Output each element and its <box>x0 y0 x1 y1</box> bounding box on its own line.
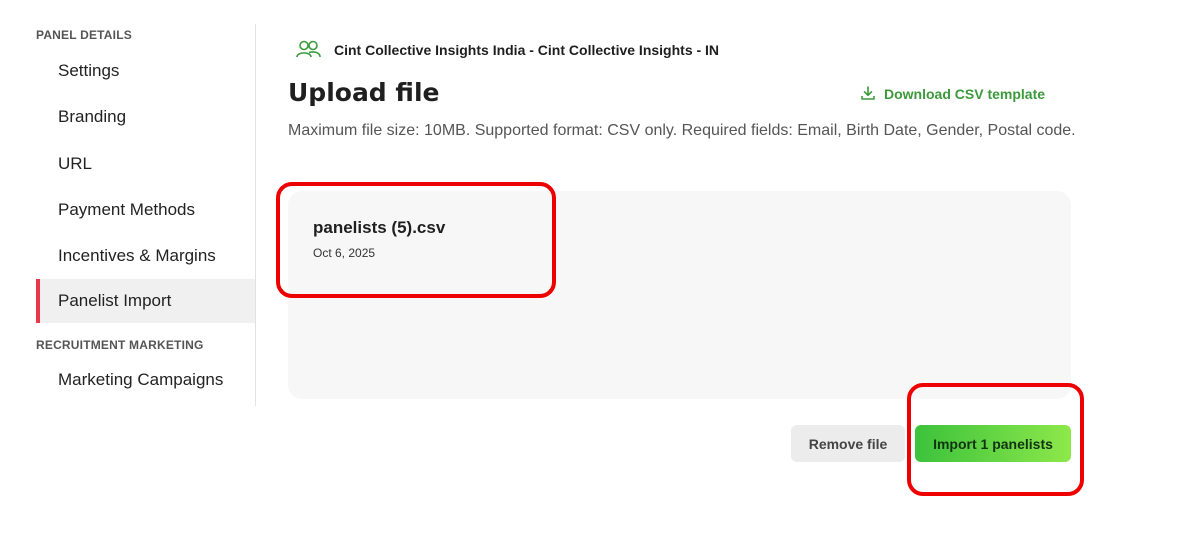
org-name: Cint Collective Insights India - Cint Co… <box>334 42 720 58</box>
section-header-panel-details: PANEL DETAILS <box>36 28 132 42</box>
download-csv-template-link[interactable]: Download CSV template <box>860 84 1045 104</box>
page: PANEL DETAILS Settings Branding URL Paym… <box>0 0 1186 541</box>
sidebar-item-settings[interactable]: Settings <box>36 49 255 93</box>
file-date: Oct 6, 2025 <box>313 246 376 260</box>
section-header-recruitment-marketing: RECRUITMENT MARKETING <box>36 338 204 352</box>
sidebar-item-marketing-campaigns[interactable]: Marketing Campaigns <box>36 358 255 402</box>
sidebar-item-url[interactable]: URL <box>36 142 255 186</box>
remove-file-button[interactable]: Remove file <box>791 425 905 462</box>
sidebar-item-payment-methods[interactable]: Payment Methods <box>36 188 255 232</box>
page-title: Upload file <box>288 78 440 107</box>
sidebar-item-incentives-margins[interactable]: Incentives & Margins <box>36 234 255 278</box>
download-icon <box>860 85 876 104</box>
file-name: panelists (5).csv <box>313 218 446 237</box>
sidebar-item-panelist-import[interactable]: Panelist Import <box>36 279 255 323</box>
org-header: Cint Collective Insights India - Cint Co… <box>296 40 719 60</box>
users-icon <box>296 40 322 61</box>
import-panelists-button[interactable]: Import 1 panelists <box>915 425 1071 462</box>
upload-requirements-text: Maximum file size: 10MB. Supported forma… <box>288 122 1076 139</box>
download-csv-template-label: Download CSV template <box>884 86 1046 102</box>
sidebar: PANEL DETAILS Settings Branding URL Paym… <box>36 24 256 406</box>
sidebar-item-branding[interactable]: Branding <box>36 95 255 139</box>
